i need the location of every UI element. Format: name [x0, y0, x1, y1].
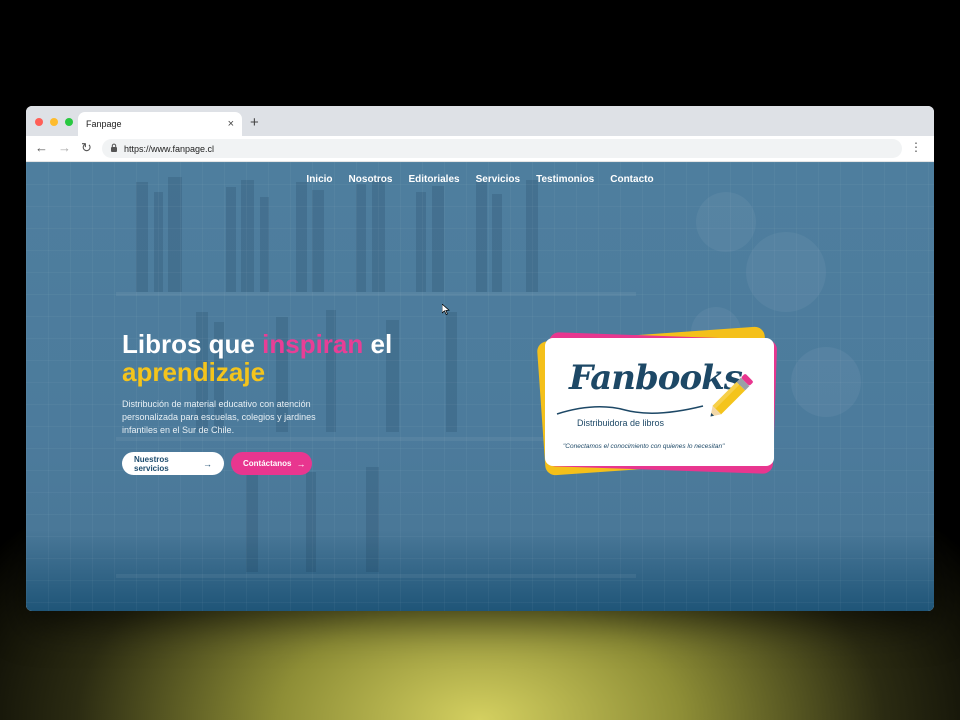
brand-subtitle: Distribuidora de libros [577, 418, 665, 428]
hero-title-line2: aprendizaje [122, 357, 266, 387]
tab-bar: Fanpage × + [26, 106, 934, 136]
browser-tab[interactable]: Fanpage × [78, 112, 242, 136]
hero-title: Libros que inspiran el aprendizaje [122, 330, 462, 386]
swoosh-decoration [556, 405, 704, 415]
browser-menu-icon[interactable]: ⋮ [910, 140, 922, 154]
contact-button-label: Contáctanos [243, 459, 292, 468]
maximize-window-button[interactable] [65, 118, 73, 126]
brand-card: Fanbooks Distribuidora de libros "Conect… [536, 326, 781, 480]
back-icon[interactable]: ← [35, 140, 48, 155]
brand-card-front: Fanbooks Distribuidora de libros "Conect… [545, 338, 774, 466]
reload-icon[interactable]: ↻ [81, 140, 92, 156]
tab-close-icon[interactable]: × [228, 118, 234, 130]
nav-item-inicio[interactable]: Inicio [306, 174, 332, 185]
browser-toolbar: ← → ↻ https://www.fanpage.cl ⋮ [26, 136, 934, 162]
window-controls [35, 118, 73, 126]
services-button-label: Nuestros servicios [134, 454, 169, 473]
hero-buttons: Nuestros servicios → Contáctanos → [122, 452, 462, 475]
address-bar[interactable]: https://www.fanpage.cl [102, 139, 902, 158]
nav-item-editoriales[interactable]: Editoriales [408, 174, 459, 185]
arrow-right-icon: → [203, 458, 212, 469]
services-button[interactable]: Nuestros servicios → [122, 452, 224, 475]
page-viewport: Inicio Nosotros Editoriales Servicios Te… [26, 162, 934, 611]
hero-title-highlight: inspiran [262, 329, 364, 359]
arrow-right-icon: → [296, 458, 306, 469]
lock-icon [110, 143, 118, 154]
hero-title-part2: el [363, 329, 393, 359]
nav-item-contacto[interactable]: Contacto [610, 174, 653, 185]
minimize-window-button[interactable] [50, 118, 58, 126]
brand-tagline: "Conectamos el conocimiento con quienes … [563, 443, 725, 450]
nav-item-testimonios[interactable]: Testimonios [536, 174, 594, 185]
tab-title: Fanpage [86, 119, 122, 129]
mouse-cursor-icon [442, 304, 450, 315]
forward-icon[interactable]: → [58, 140, 71, 155]
close-window-button[interactable] [35, 118, 43, 126]
new-tab-button[interactable]: + [250, 114, 259, 131]
pencil-icon [710, 374, 753, 417]
hero-section: Libros que inspiran el aprendizaje Distr… [122, 330, 462, 475]
url-text: https://www.fanpage.cl [124, 143, 215, 154]
nav-item-servicios[interactable]: Servicios [476, 174, 520, 185]
browser-window: Fanpage × + ← → ↻ https://www.fanpage.cl… [26, 106, 934, 611]
hero-description: Distribución de material educativo con a… [122, 399, 316, 435]
nav-item-nosotros[interactable]: Nosotros [349, 174, 393, 185]
main-navigation: Inicio Nosotros Editoriales Servicios Te… [26, 174, 934, 185]
hero-title-part1: Libros que [122, 329, 263, 359]
contact-button[interactable]: Contáctanos → [231, 452, 312, 475]
